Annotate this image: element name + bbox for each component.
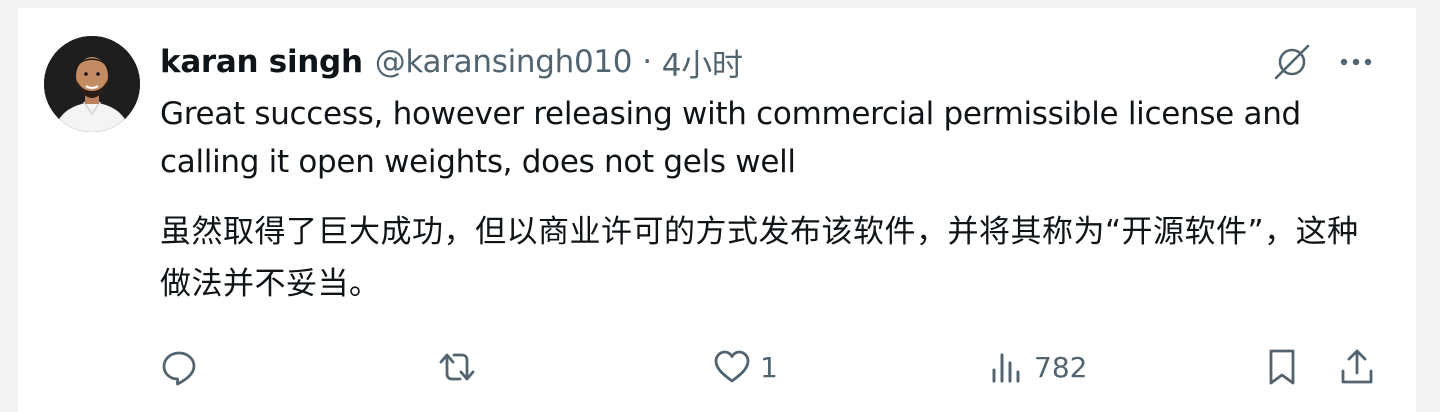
share-icon bbox=[1338, 347, 1376, 387]
views-icon bbox=[988, 348, 1026, 386]
bookmark-button[interactable] bbox=[1264, 345, 1300, 389]
retweet-icon bbox=[436, 348, 478, 386]
heart-icon bbox=[712, 348, 752, 386]
grok-button[interactable] bbox=[1270, 40, 1314, 84]
grok-icon bbox=[1272, 42, 1312, 82]
bookmark-icon bbox=[1264, 347, 1300, 387]
views-button[interactable]: 782 bbox=[988, 345, 1087, 389]
tweet-translation: 虽然取得了巨大成功，但以商业许可的方式发布该软件，并将其称为“开源软件”，这种做… bbox=[160, 214, 1359, 302]
author-handle[interactable]: @karansingh010 bbox=[375, 44, 633, 80]
reply-icon bbox=[160, 348, 198, 386]
like-button[interactable]: 1 bbox=[712, 345, 778, 389]
retweet-button[interactable] bbox=[436, 345, 478, 389]
more-button[interactable] bbox=[1334, 40, 1378, 84]
avatar[interactable] bbox=[44, 36, 140, 132]
separator-dot: · bbox=[642, 44, 652, 80]
tweet-header: karan singh @karansingh010 · 4小时 bbox=[160, 40, 743, 84]
like-count: 1 bbox=[760, 350, 778, 384]
more-icon bbox=[1338, 57, 1374, 67]
tweet-text: Great success, however releasing with co… bbox=[160, 96, 1301, 180]
timestamp[interactable]: 4小时 bbox=[662, 40, 743, 85]
tweet-card[interactable]: karan singh @karansingh010 · 4小时 Great s… bbox=[18, 8, 1416, 412]
author-name[interactable]: karan singh bbox=[160, 44, 363, 80]
views-count: 782 bbox=[1034, 350, 1088, 384]
share-button[interactable] bbox=[1338, 345, 1376, 389]
reply-button[interactable] bbox=[160, 345, 198, 389]
